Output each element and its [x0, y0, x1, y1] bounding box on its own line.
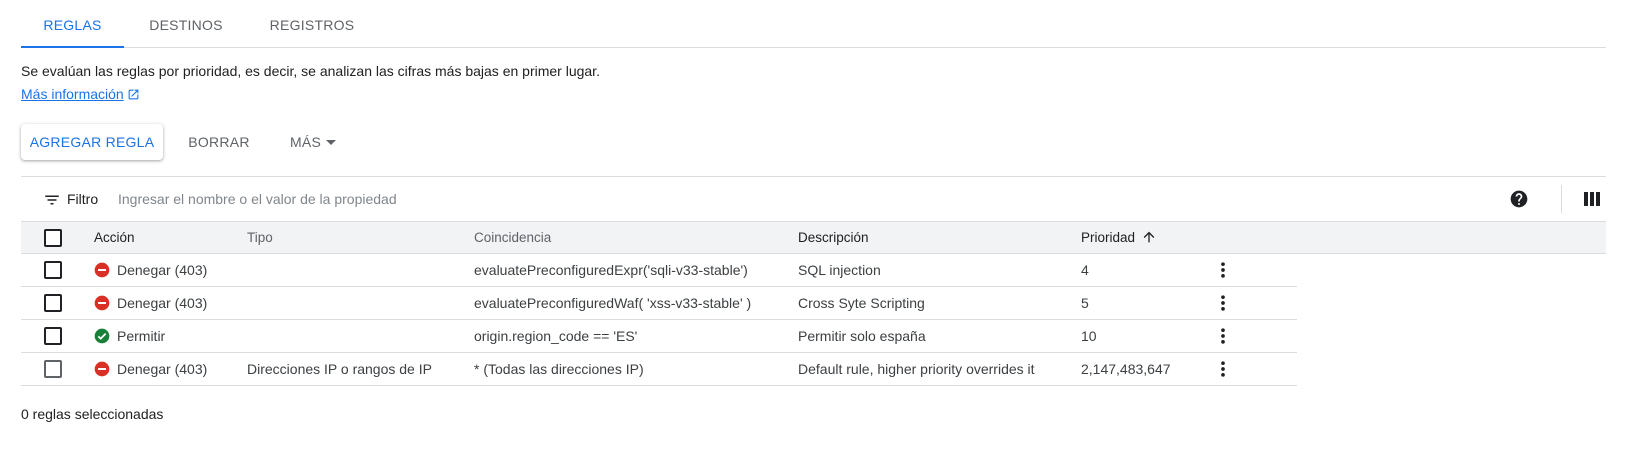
- cell-accion: Denegar (403): [117, 262, 208, 278]
- table-row[interactable]: Denegar (403) evaluatePreconfiguredExpr(…: [21, 254, 1297, 287]
- row-checkbox[interactable]: [44, 294, 62, 312]
- cell-tipo: Direcciones IP o rangos de IP: [247, 361, 432, 377]
- info-text: Se evalúan las reglas por prioridad, es …: [21, 63, 600, 79]
- table-row[interactable]: Denegar (403) Direcciones IP o rangos de…: [21, 353, 1297, 386]
- more-info-link-label: Más información: [21, 86, 124, 102]
- delete-button[interactable]: BORRAR: [176, 124, 262, 160]
- cell-coincidencia: evaluatePreconfiguredExpr('sqli-v33-stab…: [474, 262, 748, 278]
- column-header-accion[interactable]: Acción: [94, 222, 135, 254]
- row-checkbox[interactable]: [44, 261, 62, 279]
- rules-info-text: Se evalúan las reglas por prioridad, es …: [21, 60, 601, 106]
- more-vert-icon[interactable]: [1213, 260, 1233, 280]
- cell-prioridad: 2,147,483,647: [1081, 361, 1171, 377]
- filter-input[interactable]: [116, 186, 616, 212]
- cell-coincidencia: * (Todas las direcciones IP): [474, 361, 644, 377]
- table-row[interactable]: Denegar (403) evaluatePreconfiguredWaf( …: [21, 287, 1297, 320]
- columns-icon[interactable]: [1584, 191, 1600, 207]
- cell-descripcion: SQL injection: [798, 262, 881, 278]
- cell-prioridad: 10: [1081, 328, 1097, 344]
- column-header-descripcion[interactable]: Descripción: [798, 222, 869, 254]
- select-all-checkbox[interactable]: [44, 229, 62, 247]
- open-in-new-icon: [128, 89, 139, 100]
- cell-coincidencia: evaluatePreconfiguredWaf( 'xss-v33-stabl…: [474, 295, 752, 311]
- table-header: Acción Tipo Coincidencia Descripción Pri…: [21, 221, 1606, 254]
- column-header-prioridad[interactable]: Prioridad: [1081, 222, 1157, 254]
- cell-descripcion: Permitir solo españa: [798, 328, 926, 344]
- more-vert-icon[interactable]: [1213, 326, 1233, 346]
- more-button[interactable]: MÁS: [280, 124, 346, 160]
- column-header-tipo[interactable]: Tipo: [247, 222, 273, 254]
- more-vert-icon[interactable]: [1213, 359, 1233, 379]
- cell-descripcion: Default rule, higher priority overrides …: [798, 361, 1035, 377]
- deny-icon: [94, 262, 110, 278]
- tab-bar: REGLAS DESTINOS REGISTROS: [21, 0, 1606, 48]
- arrow-up-icon: [1143, 231, 1155, 243]
- deny-icon: [94, 361, 110, 377]
- filter-label: Filtro: [67, 191, 99, 207]
- column-header-coincidencia[interactable]: Coincidencia: [474, 222, 551, 254]
- allow-icon: [94, 328, 110, 344]
- add-rule-button[interactable]: AGREGAR REGLA: [21, 124, 163, 160]
- filter-icon[interactable]: [43, 191, 61, 209]
- more-info-link[interactable]: Más información: [21, 86, 140, 102]
- cell-accion: Denegar (403): [117, 361, 208, 377]
- tab-reglas[interactable]: REGLAS: [21, 0, 124, 48]
- filter-bar: Filtro: [21, 177, 1606, 221]
- tab-destinos[interactable]: DESTINOS: [128, 0, 244, 47]
- more-vert-icon[interactable]: [1213, 293, 1233, 313]
- selection-status: 0 reglas seleccionadas: [21, 406, 164, 422]
- cell-accion: Denegar (403): [117, 295, 208, 311]
- tab-registros[interactable]: REGISTROS: [247, 0, 377, 47]
- caret-down-icon: [326, 140, 337, 145]
- cell-prioridad: 4: [1081, 262, 1089, 278]
- help-icon[interactable]: [1509, 189, 1529, 209]
- cell-accion: Permitir: [117, 328, 166, 344]
- cell-descripcion: Cross Syte Scripting: [798, 295, 925, 311]
- table-row[interactable]: Permitir origin.region_code == 'ES' Perm…: [21, 320, 1297, 353]
- deny-icon: [94, 295, 110, 311]
- divider: [1561, 185, 1562, 213]
- row-checkbox[interactable]: [44, 327, 62, 345]
- row-checkbox[interactable]: [44, 360, 62, 378]
- column-header-prioridad-label: Prioridad: [1081, 230, 1136, 245]
- cell-prioridad: 5: [1081, 295, 1089, 311]
- cell-coincidencia: origin.region_code == 'ES': [474, 328, 638, 344]
- more-button-label: MÁS: [289, 134, 322, 150]
